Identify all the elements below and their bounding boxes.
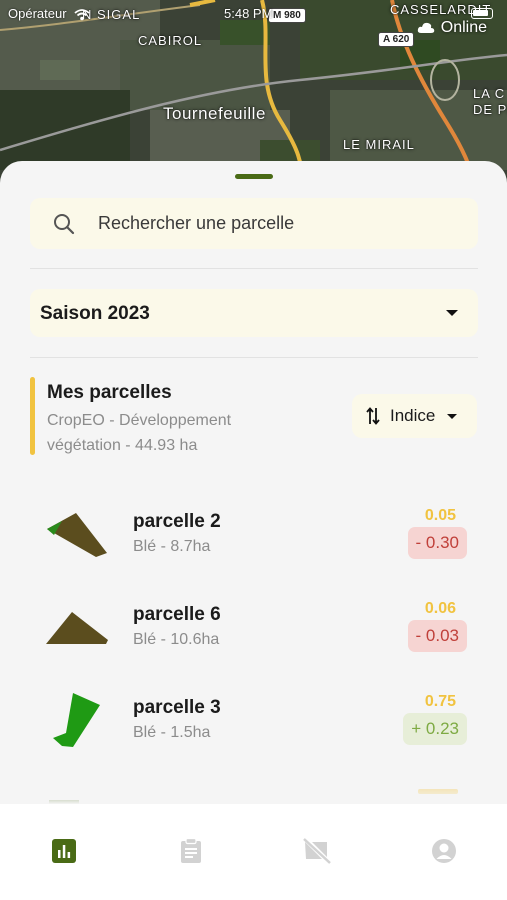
parcel-index-delta: - 0.03 — [407, 620, 467, 652]
wifi-icon — [74, 8, 90, 20]
cloud-upload-icon — [417, 22, 434, 33]
satellite-off-icon — [303, 838, 331, 864]
parcel-meta: Blé - 8.7ha — [133, 538, 211, 555]
parcel-meta: Blé - 10.6ha — [133, 631, 220, 648]
group-subtitle: CropEO - Développement végétation - 44.9… — [47, 412, 232, 454]
parcel-row[interactable]: parcelle 2 Blé - 8.7ha 0.05 - 0.30 — [0, 507, 507, 587]
sheet-grabber[interactable] — [235, 174, 273, 179]
map-label-le-mirail: LE MIRAIL — [343, 137, 415, 152]
parcels-bottom-sheet: Saison 2023 Mes parcelles CropEO - Dével… — [0, 161, 507, 804]
account-icon — [432, 839, 456, 863]
chevron-down-icon — [447, 413, 458, 419]
season-select[interactable]: Saison 2023 — [30, 289, 478, 337]
chart-bar-icon — [52, 839, 76, 863]
battery-icon — [471, 8, 493, 19]
road-shield-a620: A 620 — [378, 32, 415, 47]
tab-dashboard[interactable] — [49, 836, 79, 866]
chevron-down-icon — [446, 310, 458, 316]
sort-button[interactable]: Indice — [352, 394, 477, 438]
parcel-index-value: 0.06 — [424, 600, 456, 617]
parcel-name: parcelle 3 — [133, 697, 221, 718]
parcel-name: parcelle 6 — [133, 604, 221, 625]
parcel-index-delta: - 0.30 — [407, 527, 467, 559]
parcel-index-delta: + 0.23 — [403, 713, 467, 745]
parcel-shape-thumbnail — [53, 693, 100, 747]
parcel-index-value: 0.05 — [424, 507, 456, 524]
divider — [30, 268, 478, 269]
tab-satellite[interactable] — [302, 836, 332, 866]
connection-status: Online — [417, 19, 487, 37]
parcel-meta: Blé - 1.5ha — [133, 724, 211, 741]
clock: 5:48 PM — [224, 6, 273, 21]
parcel-row[interactable]: parcelle 6 Blé - 10.6ha 0.06 - 0.03 — [0, 600, 507, 680]
search-bar[interactable] — [30, 198, 478, 249]
map-label-de-pe: DE PE — [473, 102, 507, 117]
parcel-shape-thumbnail — [46, 612, 108, 644]
search-icon — [54, 213, 75, 234]
sort-arrows-icon — [366, 407, 380, 425]
parcel-shape-thumbnail — [47, 513, 107, 557]
tab-reports[interactable] — [176, 836, 206, 866]
map-label-la-c: LA C — [473, 86, 506, 101]
map-label-cabirol: CABIROL — [138, 33, 203, 48]
search-input[interactable] — [98, 213, 458, 234]
list-fade — [0, 781, 507, 804]
carrier-label: Opérateur — [8, 6, 90, 21]
parcel-name: parcelle 2 — [133, 511, 221, 532]
group-title: Mes parcelles — [47, 382, 172, 403]
sort-label: Indice — [390, 406, 436, 425]
group-accent-bar — [30, 377, 35, 455]
tab-bar — [0, 804, 507, 900]
parcel-index-value: 0.75 — [424, 693, 456, 710]
online-label: Online — [440, 19, 487, 36]
divider — [30, 357, 478, 358]
parcel-row[interactable]: parcelle 3 Blé - 1.5ha 0.75 + 0.23 — [0, 693, 507, 773]
map-label-tournefeuille: Tournefeuille — [163, 104, 266, 123]
clipboard-icon — [181, 838, 201, 863]
season-value: Saison 2023 — [40, 303, 150, 324]
carrier-name: Opérateur — [8, 6, 67, 21]
tab-account[interactable] — [429, 836, 459, 866]
